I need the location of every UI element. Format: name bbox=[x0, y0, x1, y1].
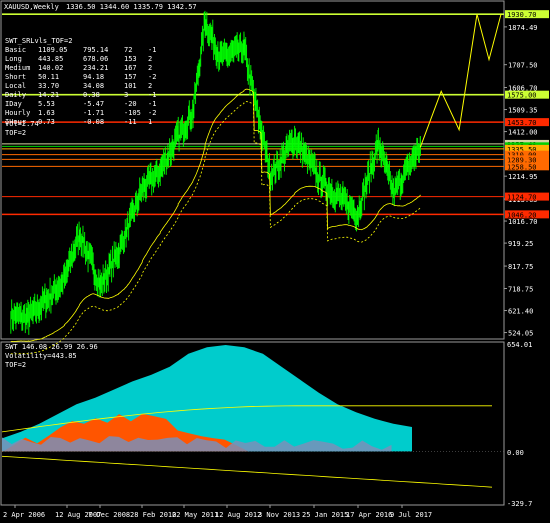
price-panel-frame bbox=[0, 0, 505, 340]
levels-table-cell: Short bbox=[5, 73, 26, 81]
levels-table-row: Local 33.70 34.08 101 2 bbox=[5, 82, 152, 90]
price-axis-label: 524.05 bbox=[508, 330, 533, 338]
time-axis-label: 12 Aug 2012 bbox=[215, 511, 261, 519]
levels-table-cell: 1 bbox=[148, 118, 152, 126]
price-level-label: 1930.70 bbox=[507, 11, 537, 19]
price-level-label: 1046.20 bbox=[507, 211, 537, 219]
levels-table-cell: 234.21 bbox=[83, 64, 108, 72]
price-axis-label: 1412.00 bbox=[508, 129, 538, 137]
levels-table-cell: 5.53 bbox=[38, 100, 55, 108]
price-axis-label: 1509.35 bbox=[508, 107, 538, 115]
levels-table-cell: Long bbox=[5, 55, 22, 63]
levels-table-row: Short 50.11 94.18 157 -2 bbox=[5, 73, 156, 81]
levels-table: Basic 1109.05 795.14 72 -1Long 443.85 678.06 15… bbox=[5, 46, 156, 126]
levels-table-cell: 94.18 bbox=[83, 73, 104, 81]
price-axis: 1874.491707.501606.701509.351412.001214.… bbox=[504, 24, 538, 338]
chart-ohlc: 1336.50 1344.60 1335.79 1342.57 bbox=[66, 3, 197, 11]
levels-table-cell: -20 bbox=[124, 100, 137, 108]
indicator-tof: TOF=2 bbox=[5, 361, 26, 369]
indicator-areas bbox=[1, 345, 504, 488]
indicator-lower-envelope bbox=[1, 455, 493, 488]
indicator-axis-min: -329.7 bbox=[507, 500, 532, 508]
time-axis-label: 28 Feb 2010 bbox=[130, 511, 176, 519]
levels-table-cell: 1109.05 bbox=[38, 46, 68, 54]
levels-table-row: Long 443.85 678.06 153 2 bbox=[5, 55, 152, 63]
indicator-axis-zero: 0.00 bbox=[507, 449, 524, 457]
levels-table-row: Hourly 1.63 -1.71 -105 -2 bbox=[5, 109, 156, 117]
time-axis-label: 7 Dec 2008 bbox=[88, 511, 130, 519]
levels-table-cell: 33.70 bbox=[38, 82, 59, 90]
levels-table-cell: 795.14 bbox=[83, 46, 108, 54]
indicator-axis-max: 654.01 bbox=[507, 341, 532, 349]
time-axis: 2 Apr 2006 12 Aug 20077 Dec 2008 28 Feb 20… bbox=[3, 505, 432, 519]
price-axis-label: 817.75 bbox=[508, 263, 533, 271]
levels-table-title: SWT_SRLvls_TOF=2 bbox=[5, 37, 72, 45]
time-axis-label: 9 Jul 2017 bbox=[390, 511, 432, 519]
levels-table-cell: Hourly bbox=[5, 109, 30, 117]
price-axis-label: 1707.50 bbox=[508, 62, 538, 70]
levels-table-tof: TOF=2 bbox=[5, 129, 26, 137]
levels-table-cell: -1 bbox=[148, 46, 156, 54]
levels-table-cell: -2 bbox=[148, 109, 156, 117]
levels-table-cell: 140.02 bbox=[38, 64, 63, 72]
price-level-label: 1258.50 bbox=[507, 163, 537, 171]
levels-table-cell: 443.85 bbox=[38, 55, 63, 63]
levels-table-cell: 50.11 bbox=[38, 73, 59, 81]
levels-table-cell: -5.47 bbox=[83, 100, 104, 108]
price-levels bbox=[2, 13, 504, 216]
price-axis-label: 919.25 bbox=[508, 240, 533, 248]
levels-table-cell: -1 bbox=[148, 100, 156, 108]
levels-table-cell: 3 bbox=[124, 91, 128, 99]
levels-table-cell: 2 bbox=[148, 64, 152, 72]
price-level-label: 1124.70 bbox=[507, 194, 537, 202]
time-axis-label: 17 Apr 2016 bbox=[346, 511, 392, 519]
price-level-label: 1575.00 bbox=[507, 92, 537, 100]
time-axis-label: 22 May 2011 bbox=[172, 511, 218, 519]
levels-table-cell: Basic bbox=[5, 46, 26, 54]
levels-table-cell: -1 bbox=[148, 91, 156, 99]
indicator-volatility: Volatility=443.85 bbox=[5, 352, 77, 360]
levels-table-cell: 1.63 bbox=[38, 109, 55, 117]
levels-table-row: IDay 5.53 -5.47 -20 -1 bbox=[5, 100, 156, 108]
price-level-labels: 1930.701575.001453.701357.401346.721335.… bbox=[505, 10, 549, 219]
levels-table-cell: 153 bbox=[124, 55, 137, 63]
levels-table-cell: -0.08 bbox=[83, 118, 104, 126]
indicator-title: SWT 146.08 26.99 26.96 bbox=[5, 343, 98, 351]
levels-table-row: Basic 1109.05 795.14 72 -1 bbox=[5, 46, 156, 54]
levels-table-cell: 167 bbox=[124, 64, 137, 72]
levels-table-cell: -105 bbox=[124, 109, 141, 117]
levels-table-cell: 678.06 bbox=[83, 55, 108, 63]
levels-table-cell: -1.71 bbox=[83, 109, 104, 117]
time-axis-label: 3 Nov 2013 bbox=[258, 511, 300, 519]
price-axis-label: 1214.95 bbox=[508, 173, 538, 181]
levels-table-cell: IDay bbox=[5, 100, 22, 108]
levels-table-cell: -2 bbox=[148, 73, 156, 81]
trading-chart[interactable]: XAUUSD,Weekly 1336.50 1344.60 1335.79 13… bbox=[0, 0, 550, 523]
levels-table-cell: 34.08 bbox=[83, 82, 104, 90]
levels-table-row: Medium 140.02 234.21 167 2 bbox=[5, 64, 152, 72]
price-axis-label: 1874.49 bbox=[508, 24, 538, 32]
levels-table-cell: -11 bbox=[124, 118, 137, 126]
price-axis-label: 718.75 bbox=[508, 285, 533, 293]
levels-table-cell: 72 bbox=[124, 46, 132, 54]
levels-table-cell: 0.73 bbox=[38, 118, 55, 126]
levels-table-cell: 101 bbox=[124, 82, 137, 90]
price-level-label: 1453.70 bbox=[507, 119, 537, 127]
levels-table-cell: 157 bbox=[124, 73, 137, 81]
projection-line bbox=[419, 14, 502, 148]
levels-table-cell: Local bbox=[5, 82, 26, 90]
levels-table-vol: Vol=2.74 bbox=[5, 120, 39, 128]
chart-symbol: XAUUSD,Weekly bbox=[4, 3, 59, 11]
levels-table-cell: 2 bbox=[148, 82, 152, 90]
levels-table-cell: Medium bbox=[5, 64, 30, 72]
levels-table-cell: 14.21 bbox=[38, 91, 59, 99]
price-axis-label: 621.40 bbox=[508, 308, 533, 316]
time-axis-label: 25 Jan 2015 bbox=[302, 511, 348, 519]
time-axis-label: 2 Apr 2006 bbox=[3, 511, 45, 519]
levels-table-cell: 2 bbox=[148, 55, 152, 63]
levels-table-cell: Daily bbox=[5, 91, 26, 99]
levels-table-cell: 0.38 bbox=[83, 91, 100, 99]
